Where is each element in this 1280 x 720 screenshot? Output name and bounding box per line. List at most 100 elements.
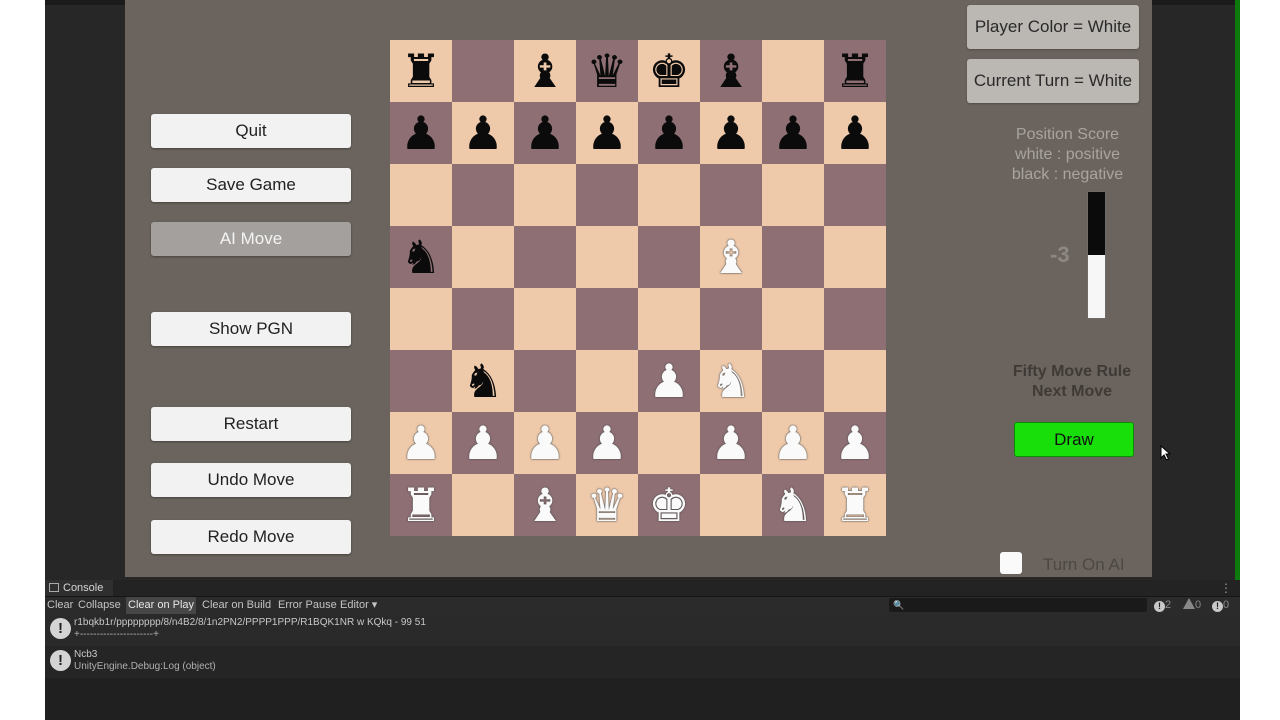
board-square[interactable] (700, 164, 762, 226)
black-pawn-icon[interactable]: ♟ (834, 110, 875, 156)
board-square[interactable] (824, 350, 886, 412)
board-square[interactable] (824, 288, 886, 350)
white-knight-icon[interactable]: ♞ (710, 358, 751, 404)
board-square[interactable]: ♟ (824, 412, 886, 474)
black-king-icon[interactable]: ♚ (648, 48, 689, 94)
board-square[interactable]: ♜ (390, 474, 452, 536)
white-bishop-icon[interactable]: ♝ (710, 234, 751, 280)
board-square[interactable] (824, 226, 886, 288)
black-bishop-icon[interactable]: ♝ (710, 48, 751, 94)
ai-move-button[interactable]: AI Move (151, 222, 351, 256)
board-square[interactable]: ♞ (452, 350, 514, 412)
board-square[interactable]: ♜ (824, 40, 886, 102)
board-square[interactable] (762, 288, 824, 350)
board-square[interactable]: ♝ (700, 226, 762, 288)
board-square[interactable] (638, 164, 700, 226)
board-square[interactable]: ♟ (576, 412, 638, 474)
black-pawn-icon[interactable]: ♟ (772, 110, 813, 156)
board-square[interactable] (700, 288, 762, 350)
board-square[interactable] (514, 288, 576, 350)
white-rook-icon[interactable]: ♜ (400, 482, 441, 528)
board-square[interactable] (452, 474, 514, 536)
show-pgn-button[interactable]: Show PGN (151, 312, 351, 346)
white-pawn-icon[interactable]: ♟ (834, 420, 875, 466)
board-square[interactable] (452, 164, 514, 226)
board-square[interactable]: ♜ (390, 40, 452, 102)
collapse-button[interactable]: Collapse (76, 597, 123, 614)
white-king-icon[interactable]: ♚ (648, 482, 689, 528)
black-pawn-icon[interactable]: ♟ (710, 110, 751, 156)
board-square[interactable]: ♟ (762, 102, 824, 164)
black-pawn-icon[interactable]: ♟ (586, 110, 627, 156)
board-square[interactable]: ♟ (824, 102, 886, 164)
board-square[interactable] (514, 226, 576, 288)
board-square[interactable]: ♚ (638, 474, 700, 536)
board-square[interactable] (576, 226, 638, 288)
white-bishop-icon[interactable]: ♝ (524, 482, 565, 528)
board-square[interactable] (390, 288, 452, 350)
board-square[interactable] (638, 288, 700, 350)
board-square[interactable] (762, 350, 824, 412)
black-pawn-icon[interactable]: ♟ (462, 110, 503, 156)
player-color-button[interactable]: Player Color = White (967, 5, 1139, 49)
white-queen-icon[interactable]: ♛ (586, 482, 627, 528)
board-square[interactable]: ♟ (700, 102, 762, 164)
board-square[interactable] (700, 474, 762, 536)
board-square[interactable] (390, 164, 452, 226)
log-entry[interactable]: ! r1bqkb1r/pppppppp/8/n4B2/8/1n2PN2/PPPP… (45, 614, 1240, 646)
clear-button[interactable]: Clear (45, 597, 75, 614)
clear-on-play-toggle[interactable]: Clear on Play (126, 597, 197, 614)
error-pause-toggle[interactable]: Error Pause (276, 597, 339, 614)
save-game-button[interactable]: Save Game (151, 168, 351, 202)
board-square[interactable]: ♜ (824, 474, 886, 536)
black-rook-icon[interactable]: ♜ (400, 48, 441, 94)
black-bishop-icon[interactable]: ♝ (524, 48, 565, 94)
board-square[interactable]: ♟ (638, 102, 700, 164)
board-square[interactable]: ♟ (700, 412, 762, 474)
white-pawn-icon[interactable]: ♟ (586, 420, 627, 466)
board-square[interactable]: ♝ (514, 474, 576, 536)
board-square[interactable]: ♟ (452, 102, 514, 164)
board-square[interactable] (576, 164, 638, 226)
white-pawn-icon[interactable]: ♟ (710, 420, 751, 466)
log-entry[interactable]: ! Ncb3 UnityEngine.Debug:Log (object) (45, 646, 1240, 678)
info-count-toggle[interactable]: ! 2 (1154, 598, 1171, 613)
board-square[interactable]: ♟ (638, 350, 700, 412)
board-square[interactable]: ♟ (576, 102, 638, 164)
board-square[interactable]: ♟ (390, 412, 452, 474)
white-knight-icon[interactable]: ♞ (772, 482, 813, 528)
board-square[interactable]: ♞ (700, 350, 762, 412)
more-options-icon[interactable]: ⋮ (1220, 580, 1232, 596)
white-pawn-icon[interactable]: ♟ (524, 420, 565, 466)
black-rook-icon[interactable]: ♜ (834, 48, 875, 94)
restart-button[interactable]: Restart (151, 407, 351, 441)
board-square[interactable] (452, 288, 514, 350)
black-pawn-icon[interactable]: ♟ (648, 110, 689, 156)
board-square[interactable]: ♝ (700, 40, 762, 102)
warning-count-toggle[interactable]: 0 (1183, 598, 1201, 613)
board-square[interactable] (824, 164, 886, 226)
board-square[interactable]: ♚ (638, 40, 700, 102)
board-square[interactable]: ♟ (762, 412, 824, 474)
board-square[interactable]: ♝ (514, 40, 576, 102)
board-square[interactable] (514, 350, 576, 412)
black-knight-icon[interactable]: ♞ (462, 358, 503, 404)
board-square[interactable]: ♟ (390, 102, 452, 164)
black-pawn-icon[interactable]: ♟ (400, 110, 441, 156)
white-pawn-icon[interactable]: ♟ (462, 420, 503, 466)
board-square[interactable] (514, 164, 576, 226)
redo-move-button[interactable]: Redo Move (151, 520, 351, 554)
chess-board[interactable]: ♜ ♝ ♛ ♚ ♝ ♜ ♟ ♟ ♟ ♟ ♟ ♟ ♟ ♟ ♞ ♝ ♞ ♟ ♞ ♟ ♟ ♟ ♟ ♟ ♟ ♟ ♜ ♝ ♛ ♚ ♞ ♜ (390, 40, 886, 536)
board-square[interactable] (762, 164, 824, 226)
board-square[interactable] (576, 288, 638, 350)
black-pawn-icon[interactable]: ♟ (524, 110, 565, 156)
undo-move-button[interactable]: Undo Move (151, 463, 351, 497)
white-rook-icon[interactable]: ♜ (834, 482, 875, 528)
black-queen-icon[interactable]: ♛ (586, 48, 627, 94)
board-square[interactable] (638, 226, 700, 288)
editor-dropdown[interactable]: Editor ▾ (338, 597, 379, 614)
board-square[interactable]: ♟ (514, 102, 576, 164)
board-square[interactable] (452, 40, 514, 102)
board-square[interactable]: ♞ (762, 474, 824, 536)
board-square[interactable] (762, 226, 824, 288)
